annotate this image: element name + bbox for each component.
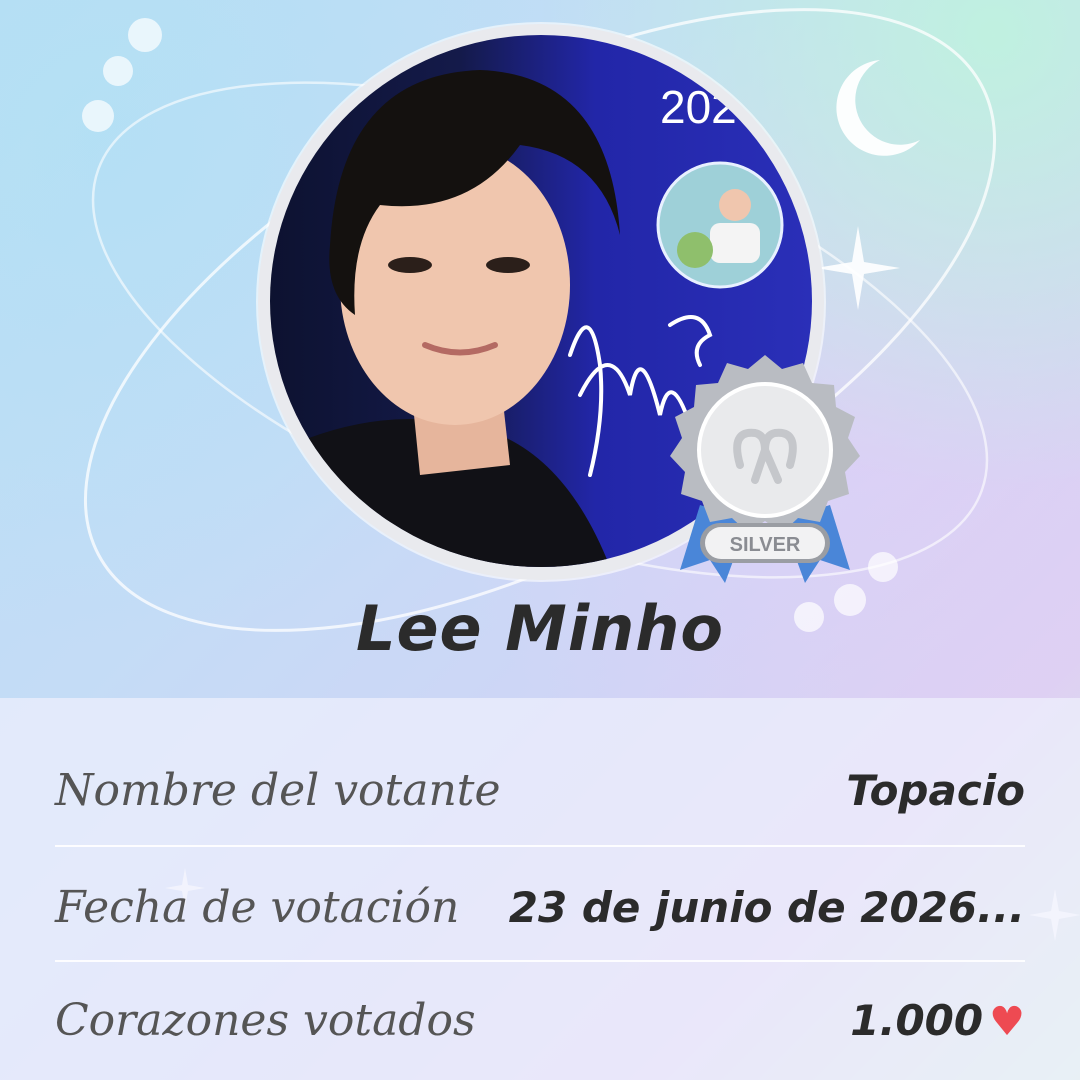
heart-icon: ♥ [989,998,1025,1045]
detail-row-voter: Nombre del votante Topacio [55,745,1025,835]
detail-row-hearts: Corazones votados 1.000 ♥ [55,975,1025,1065]
badge-label: SILVER [730,534,801,556]
bubble [868,552,898,582]
bubble [82,100,114,132]
bubble [103,56,133,86]
detail-row-date: Fecha de votación 23 de junio de 2026... [55,862,1025,952]
voter-name-label: Nombre del votante [55,764,501,816]
hearts-voted-value: 1.000 [850,995,984,1045]
bubble [128,18,162,52]
hearts-voted-value-wrap: 1.000 ♥ [850,996,1025,1045]
vote-date-label: Fecha de votación [55,881,460,933]
silver-medal-icon: SILVER [670,355,860,583]
divider [55,845,1025,847]
profile-name: Lee Minho [355,592,724,665]
hearts-voted-label: Corazones votados [55,994,476,1046]
vote-date-value: 23 de junio de 2026... [508,882,1025,932]
voter-name-value: Topacio [846,765,1025,815]
divider [55,960,1025,962]
